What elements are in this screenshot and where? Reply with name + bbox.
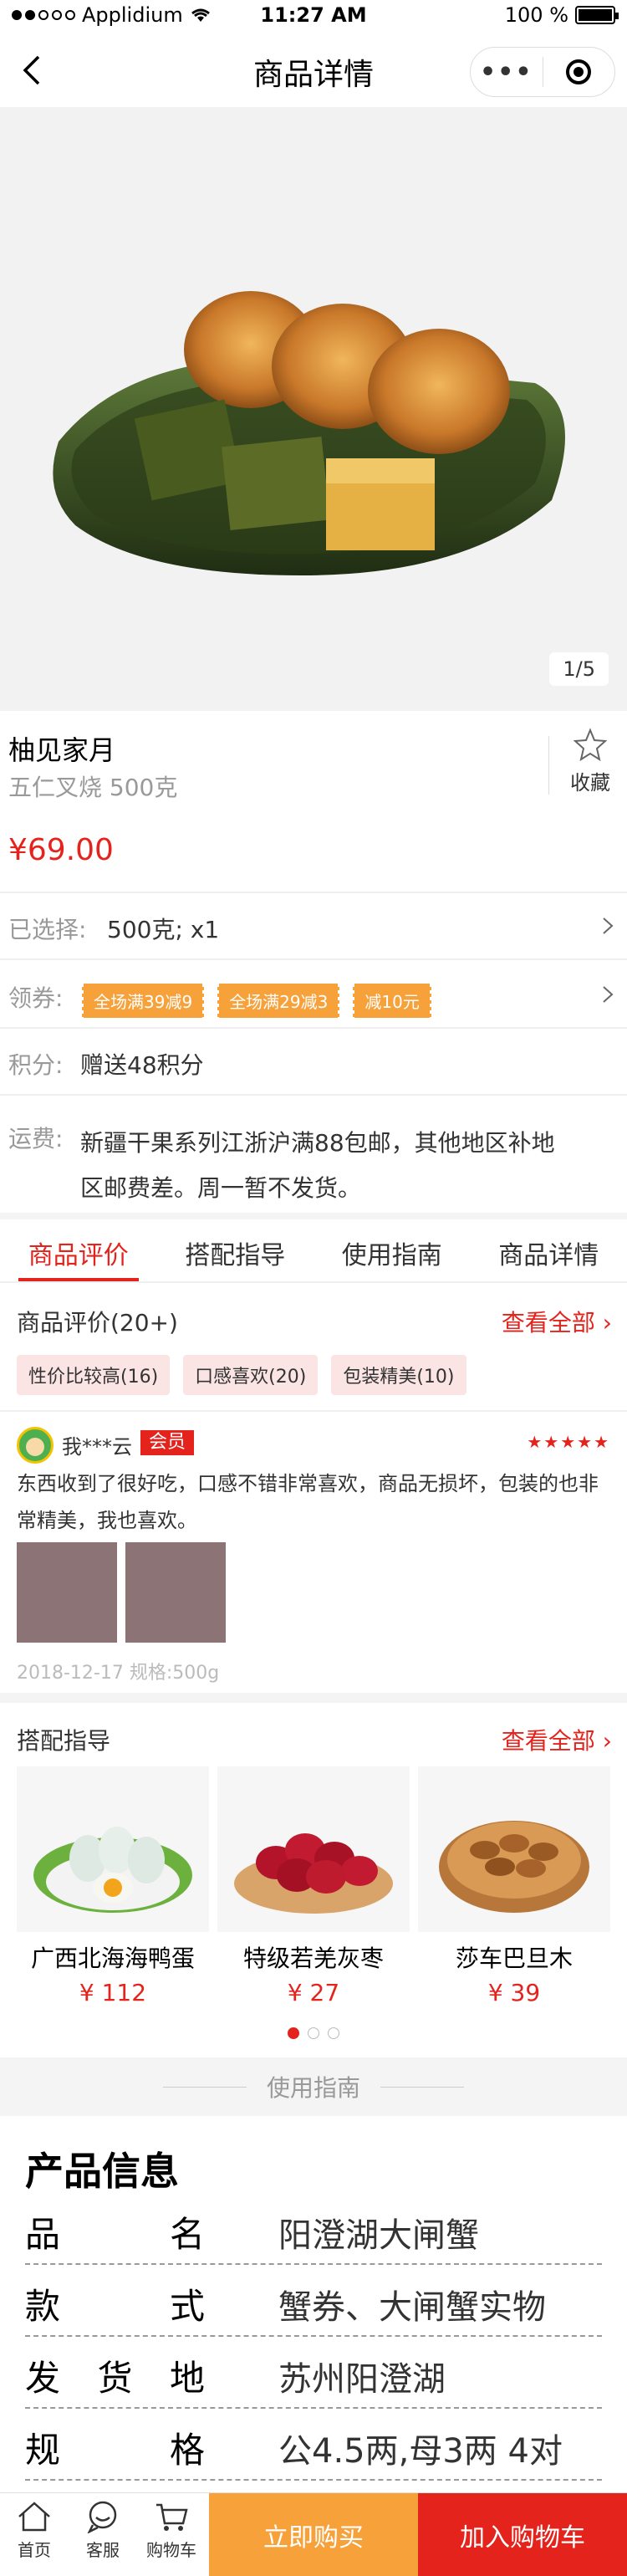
- pairing-price: ¥ 27: [287, 1979, 340, 2006]
- mini-program-capsule: •••: [470, 47, 615, 97]
- buy-now-button[interactable]: 立即购买: [209, 2493, 418, 2576]
- image-pager: 1/5: [549, 652, 609, 686]
- pairing-price: ¥ 112: [79, 1979, 147, 2006]
- review-photo[interactable]: [125, 1542, 226, 1643]
- coupon-row[interactable]: 领券: 全场满39减9 全场满29减3 减10元: [0, 958, 627, 1027]
- customer-service-button[interactable]: 客服: [69, 2500, 137, 2561]
- service-label: 客服: [86, 2540, 120, 2560]
- indicator-dot[interactable]: [308, 2027, 319, 2039]
- chevron-right-icon: [603, 917, 614, 934]
- coupon-item[interactable]: 减10元: [351, 984, 434, 1018]
- indicator-dot[interactable]: [328, 2027, 339, 2039]
- coupon-item[interactable]: 全场满29减3: [216, 984, 342, 1018]
- detail-tabs: 商品评价 搭配指导 使用指南 商品详情: [0, 1213, 627, 1283]
- guide-heading-text: 使用指南: [266, 2074, 360, 2102]
- home-button[interactable]: 首页: [0, 2500, 69, 2561]
- favorite-button[interactable]: 收藏: [565, 728, 615, 795]
- pairing-name: 莎车巴旦木: [455, 1945, 573, 1972]
- star-icon: [573, 728, 608, 762]
- cart-button[interactable]: 购物车: [137, 2500, 206, 2561]
- duck-egg-image: [17, 1766, 209, 1932]
- product-summary: 柚见家月 五仁叉烧 500克 收藏 ¥69.00: [0, 711, 627, 892]
- tab-pairing[interactable]: 搭配指导: [157, 1219, 314, 1281]
- product-info-section: 产品信息 品 名 阳澄湖大闸蟹 款 式 蟹券、大闸蟹实物 发 货 地 苏州阳澄湖…: [0, 2116, 627, 2492]
- cart-icon: [156, 2503, 188, 2531]
- product-spec: 五仁叉烧 500克: [8, 774, 178, 801]
- tab-details[interactable]: 商品详情: [471, 1219, 627, 1281]
- pairing-price: ¥ 39: [487, 1979, 541, 2006]
- reviewer-name: 我***云: [62, 1435, 132, 1459]
- pairing-cards: 广西北海海鸭蛋 ¥ 112 特级若羌灰枣 ¥ 27 莎车巴旦木 ¥ 39: [17, 1766, 610, 2006]
- pairing-card[interactable]: 特级若羌灰枣 ¥ 27: [217, 1766, 410, 2006]
- product-info-row: 规 格 公4.5两,母3两 4对: [25, 2410, 602, 2481]
- product-info-row: 款 式 蟹券、大闸蟹实物: [25, 2267, 602, 2337]
- guide-heading: 使用指南: [0, 2057, 627, 2116]
- product-price: ¥69.00: [8, 833, 114, 867]
- review-text: 东西收到了很好吃，口感不错非常喜欢，商品无损坏，包装的也非常精美，我也喜欢。: [17, 1472, 599, 1532]
- selected-spec-row[interactable]: 已选择: 500克; x1: [0, 892, 627, 958]
- selected-label: 已选择:: [8, 916, 87, 943]
- review-photo[interactable]: [17, 1542, 117, 1643]
- indicator-dot[interactable]: [288, 2027, 299, 2039]
- add-to-cart-button[interactable]: 加入购物车: [418, 2493, 627, 2576]
- shipping-row: 运费: 新疆干果系列江浙沪满88包邮，其他地区补地 区邮费差。周一暂不发货。: [0, 1094, 627, 1213]
- almond-image: [418, 1766, 610, 1932]
- coupon-item[interactable]: 全场满39减9: [79, 984, 206, 1018]
- chevron-right-icon: [603, 986, 614, 1003]
- pairing-title: 搭配指导: [17, 1727, 111, 1755]
- pairing-see-all-link[interactable]: 查看全部 ›: [502, 1723, 612, 1756]
- battery-icon: [575, 6, 619, 24]
- tab-reviews[interactable]: 商品评价: [0, 1219, 157, 1281]
- member-badge: 会员: [140, 1430, 195, 1455]
- shipping-text-line2: 区邮费差。周一暂不发货。: [80, 1174, 362, 1202]
- shipping-text-line1: 新疆干果系列江浙沪满88包邮，其他地区补地: [80, 1129, 555, 1157]
- product-name: 柚见家月: [8, 734, 116, 766]
- cart-label: 购物车: [146, 2540, 196, 2560]
- status-bar: Applidium 11:27 AM 100 %: [0, 0, 627, 33]
- product-image-carousel[interactable]: 1/5: [0, 107, 627, 711]
- carousel-indicators: [0, 2027, 627, 2039]
- bottom-action-bar: 首页 客服 购物车 立即购买 加入购物车: [0, 2492, 627, 2576]
- reviews-title: 商品评价(20+): [17, 1309, 178, 1337]
- pairing-name: 广西北海海鸭蛋: [30, 1945, 195, 1972]
- pairing-card[interactable]: 莎车巴旦木 ¥ 39: [418, 1766, 610, 2006]
- home-icon: [18, 2502, 50, 2532]
- close-miniprogram-button[interactable]: [543, 59, 615, 84]
- pairing-name: 特级若羌灰枣: [242, 1945, 384, 1972]
- product-info-row: 发 货 地 苏州阳澄湖: [25, 2338, 602, 2409]
- product-info-title: 产品信息: [25, 2149, 179, 2194]
- jujube-image: [217, 1766, 410, 1932]
- review-meta: 2018-12-17 规格:500g: [17, 1663, 220, 1684]
- tab-guide[interactable]: 使用指南: [314, 1219, 471, 1281]
- pairing-section: 搭配指导 查看全部 › 广西北海海鸭蛋 ¥ 112 特级若羌灰枣 ¥ 27 莎车…: [0, 1703, 627, 2057]
- reviews-section: 商品评价(20+) 查看全部 › 性价比较高(16) 口感喜欢(20) 包装精美…: [0, 1283, 627, 1693]
- coupon-label: 领券:: [8, 984, 64, 1012]
- review-tags: 性价比较高(16) 口感喜欢(20) 包装精美(10): [17, 1355, 466, 1395]
- avatar: [17, 1427, 54, 1464]
- chat-icon: [87, 2501, 117, 2533]
- shipping-label: 运费:: [8, 1125, 64, 1153]
- selected-value: 500克; x1: [107, 916, 220, 943]
- target-icon: [566, 59, 592, 84]
- review-tag[interactable]: 包装精美(10): [331, 1355, 466, 1395]
- review-tag[interactable]: 性价比较高(16): [17, 1355, 171, 1395]
- home-label: 首页: [18, 2540, 51, 2560]
- mooncake-plate-image: [53, 291, 566, 575]
- more-menu-button[interactable]: •••: [471, 58, 543, 87]
- pairing-card[interactable]: 广西北海海鸭蛋 ¥ 112: [17, 1766, 209, 2006]
- product-info-row: 品 名 阳澄湖大闸蟹: [25, 2195, 602, 2265]
- nav-bar: 商品详情 •••: [0, 33, 627, 107]
- points-label: 积分:: [8, 1051, 64, 1079]
- points-row: 积分: 赠送48积分: [0, 1027, 627, 1094]
- coupon-list: 全场满39减9 全场满29减3 减10元: [79, 984, 434, 1018]
- reviews-see-all-link[interactable]: 查看全部 ›: [502, 1305, 612, 1338]
- rating-stars: ★★★★★: [527, 1432, 610, 1452]
- review-tag[interactable]: 口感喜欢(20): [183, 1355, 319, 1395]
- favorite-label: 收藏: [570, 771, 610, 795]
- battery-percent: 100 %: [504, 3, 568, 27]
- points-value: 赠送48积分: [80, 1051, 204, 1079]
